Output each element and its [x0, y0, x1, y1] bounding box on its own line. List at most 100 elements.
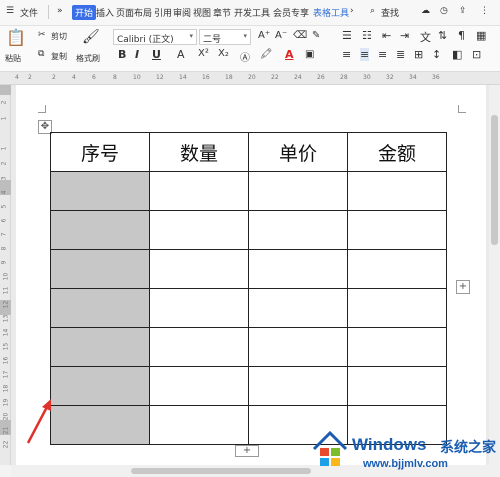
table-cell[interactable]: [248, 288, 348, 328]
table-cell[interactable]: [248, 210, 348, 250]
table-cell[interactable]: [347, 327, 447, 367]
cut-button[interactable]: 剪切: [51, 31, 67, 42]
align-left-icon[interactable]: ≡: [342, 48, 351, 61]
tab-page-layout[interactable]: 页面布局: [116, 6, 152, 19]
tab-chapter[interactable]: 章节: [213, 6, 231, 19]
horizontal-scroll-thumb[interactable]: [131, 468, 311, 474]
table-cell-selected[interactable]: [50, 249, 150, 289]
tab-developer[interactable]: 开发工具: [234, 6, 270, 19]
table-cell[interactable]: [149, 405, 249, 445]
table-cell[interactable]: [347, 171, 447, 211]
ruler-number: 24: [294, 74, 302, 81]
bold-button[interactable]: B: [118, 48, 126, 61]
justify-icon[interactable]: ≣: [396, 48, 405, 61]
add-column-button[interactable]: +: [456, 280, 470, 294]
underline-button[interactable]: U: [152, 48, 161, 61]
superscript-button[interactable]: X²: [198, 48, 209, 59]
line-spacing-icon[interactable]: ↕: [432, 48, 441, 61]
cut-icon[interactable]: ✂: [38, 30, 46, 40]
header-cell-quantity[interactable]: 数量: [149, 132, 249, 172]
font-size-select[interactable]: 二号 ▾: [199, 29, 251, 45]
tab-member[interactable]: 会员专享: [273, 6, 309, 19]
table-cell[interactable]: [248, 366, 348, 406]
decrease-indent-icon[interactable]: ⇤: [382, 29, 391, 42]
copy-button[interactable]: 复制: [51, 51, 67, 62]
format-painter-icon[interactable]: 🖌: [82, 29, 100, 45]
shading-icon[interactable]: ◧: [452, 48, 462, 61]
vertical-scroll-thumb[interactable]: [491, 115, 498, 245]
header-cell-index[interactable]: 序号: [50, 132, 150, 172]
add-row-button[interactable]: +: [235, 445, 259, 457]
tab-home[interactable]: 开始: [72, 5, 97, 20]
paste-icon[interactable]: 📋: [6, 28, 26, 47]
numbered-list-icon[interactable]: ☷: [362, 29, 372, 42]
table-cell[interactable]: [347, 288, 447, 328]
tab-view[interactable]: 视图: [193, 6, 211, 19]
share-icon[interactable]: ⇪: [459, 6, 467, 16]
cloud-icon[interactable]: ☁: [421, 6, 430, 16]
table-cell[interactable]: [149, 249, 249, 289]
font-color-button[interactable]: A: [285, 48, 294, 61]
table-cell-selected[interactable]: [50, 405, 150, 445]
search-icon[interactable]: ⌕: [370, 6, 375, 16]
table-cell-selected[interactable]: [50, 171, 150, 211]
table-cell[interactable]: [347, 210, 447, 250]
table-cell[interactable]: [248, 327, 348, 367]
table-cell-selected[interactable]: [50, 288, 150, 328]
increase-indent-icon[interactable]: ⇥: [400, 29, 409, 42]
table-cell[interactable]: [347, 366, 447, 406]
char-border-icon[interactable]: ▣: [305, 49, 314, 60]
align-right-icon[interactable]: ≡: [378, 48, 387, 61]
table-cell[interactable]: [248, 249, 348, 289]
borders-icon[interactable]: ⊡: [472, 48, 481, 61]
paste-button[interactable]: 粘贴: [5, 53, 21, 64]
table-cell-selected[interactable]: [50, 210, 150, 250]
shrink-font-button[interactable]: A⁻: [275, 30, 287, 41]
align-center-icon[interactable]: ≡: [360, 48, 370, 61]
table-cell-selected[interactable]: [50, 327, 150, 367]
table-cell[interactable]: [149, 366, 249, 406]
data-table[interactable]: 序号 数量 单价 金额: [50, 132, 447, 445]
subscript-button[interactable]: X₂: [218, 48, 229, 59]
header-cell-unit-price[interactable]: 单价: [248, 132, 348, 172]
table-cell[interactable]: [149, 288, 249, 328]
vertical-ruler[interactable]: 2 1 1 2 3 4 5 6 7 8 9 10 11 12 13 14 15 …: [0, 85, 11, 465]
vertical-scrollbar[interactable]: [489, 85, 500, 465]
tab-insert[interactable]: 插入: [96, 6, 114, 19]
format-painter-button[interactable]: 格式刷: [76, 53, 100, 64]
distribute-icon[interactable]: ⊞: [414, 48, 423, 61]
grow-font-button[interactable]: A⁺: [258, 30, 270, 41]
sort-icon[interactable]: ⇅: [438, 29, 447, 42]
table-cell[interactable]: [149, 171, 249, 211]
tab-table-tools[interactable]: 表格工具: [313, 6, 349, 19]
table-cell[interactable]: [149, 210, 249, 250]
italic-button[interactable]: I: [135, 48, 139, 61]
search-box[interactable]: 查找: [381, 6, 399, 19]
more-options-icon[interactable]: ⋮: [480, 6, 489, 16]
table-cell[interactable]: [248, 171, 348, 211]
tab-review[interactable]: 审阅: [173, 6, 191, 19]
phonetic-icon[interactable]: ✎: [312, 30, 320, 41]
clear-format-icon[interactable]: ⌫: [293, 30, 307, 41]
file-menu[interactable]: 文件: [20, 6, 38, 19]
bullet-list-icon[interactable]: ☰: [342, 29, 352, 42]
show-marks-icon[interactable]: ¶: [458, 29, 465, 42]
copy-icon[interactable]: ⧉: [38, 49, 44, 59]
more-menus-button[interactable]: »: [57, 6, 63, 16]
text-effect-icon[interactable]: Ⓐ: [240, 49, 250, 64]
hamburger-menu-icon[interactable]: ☰: [6, 6, 14, 16]
document-page[interactable]: ✥ 序号 数量 单价 金额 + +: [16, 85, 486, 465]
table-cell-selected[interactable]: [50, 366, 150, 406]
next-tabs-chevron-icon[interactable]: ›: [350, 6, 354, 16]
font-name-select[interactable]: Calibri (正文) ▾: [113, 29, 197, 45]
table-cell[interactable]: [149, 327, 249, 367]
strikethrough-button[interactable]: A: [177, 48, 185, 61]
horizontal-ruler[interactable]: 4 2 2 4 6 8 10 12 14 16 18 20 22 24 26 2…: [0, 72, 500, 85]
chinese-layout-icon[interactable]: 文: [420, 29, 431, 45]
table-cell[interactable]: [347, 249, 447, 289]
table-border-icon[interactable]: ▦: [476, 29, 486, 42]
tab-references[interactable]: 引用: [154, 6, 172, 19]
history-icon[interactable]: ◷: [440, 6, 448, 16]
header-cell-amount[interactable]: 金额: [347, 132, 447, 172]
highlight-icon[interactable]: 🖍: [260, 49, 273, 60]
